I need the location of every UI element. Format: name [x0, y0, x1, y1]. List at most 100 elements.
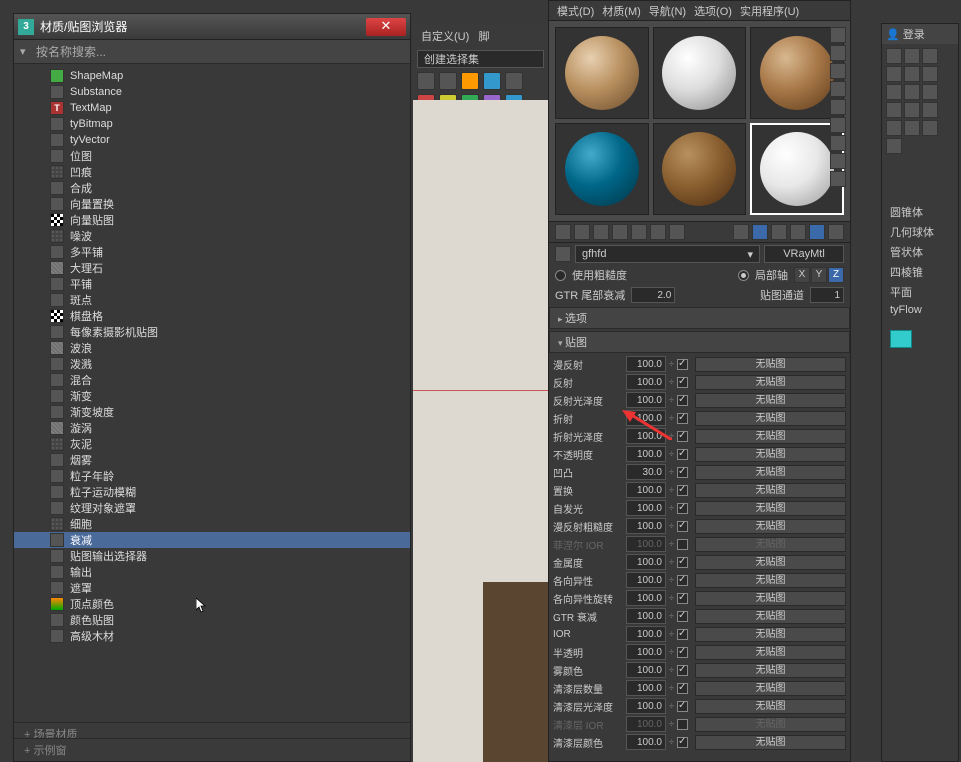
map-item[interactable]: 灰泥: [14, 436, 410, 452]
map-item[interactable]: 衰减: [14, 532, 410, 548]
spinner-arrows-icon[interactable]: ÷: [669, 485, 674, 495]
sample-slot[interactable]: [653, 123, 747, 215]
map-item[interactable]: 顶点颜色: [14, 596, 410, 612]
menu-item[interactable]: 材质(M): [600, 3, 643, 18]
spinner-arrows-icon[interactable]: ÷: [669, 719, 674, 729]
tab-icon[interactable]: [904, 102, 920, 118]
tab-icon[interactable]: [886, 120, 902, 136]
map-item[interactable]: 泼溅: [14, 356, 410, 372]
map-amount-spinner[interactable]: 100.0: [626, 392, 666, 408]
toolbar-icon[interactable]: [439, 72, 457, 90]
xyz-toggle[interactable]: XYZ: [794, 267, 844, 283]
map-item[interactable]: 细胞: [14, 516, 410, 532]
map-item[interactable]: 渐变: [14, 388, 410, 404]
map-item[interactable]: 凹痕: [14, 164, 410, 180]
spinner-arrows-icon[interactable]: ÷: [669, 503, 674, 513]
map-amount-spinner[interactable]: 100.0: [626, 626, 666, 642]
map-item[interactable]: 位图: [14, 148, 410, 164]
footer-sample-window[interactable]: + 示例窗: [14, 738, 410, 761]
map-slot-button[interactable]: 无贴图: [695, 411, 846, 426]
map-enable-checkbox[interactable]: [677, 539, 688, 550]
map-slot-button[interactable]: 无贴图: [695, 447, 846, 462]
expand-icon[interactable]: ▾: [20, 45, 32, 58]
spinner-arrows-icon[interactable]: ÷: [669, 611, 674, 621]
side-icon[interactable]: [830, 81, 846, 97]
map-amount-spinner[interactable]: 100.0: [626, 446, 666, 462]
menu-item[interactable]: 导航(N): [647, 3, 688, 18]
map-slot-button[interactable]: 无贴图: [695, 465, 846, 480]
spinner-arrows-icon[interactable]: ÷: [669, 431, 674, 441]
map-item[interactable]: 颜色贴图: [14, 612, 410, 628]
map-enable-checkbox[interactable]: [677, 593, 688, 604]
map-amount-spinner[interactable]: 100.0: [626, 482, 666, 498]
toolbar-icon[interactable]: [417, 72, 435, 90]
map-item[interactable]: 漩涡: [14, 420, 410, 436]
map-item[interactable]: 输出: [14, 564, 410, 580]
map-item[interactable]: ShapeMap: [14, 68, 410, 84]
map-item[interactable]: 棋盘格: [14, 308, 410, 324]
spinner-arrows-icon[interactable]: ÷: [669, 359, 674, 369]
map-slot-button[interactable]: 无贴图: [695, 555, 846, 570]
map-item[interactable]: tyVector: [14, 132, 410, 148]
map-slot-button[interactable]: 无贴图: [695, 591, 846, 606]
maps-rollout[interactable]: 贴图: [549, 331, 850, 353]
map-enable-checkbox[interactable]: [677, 377, 688, 388]
map-amount-spinner[interactable]: 100.0: [626, 410, 666, 426]
gtr-spinner[interactable]: 2.0: [631, 287, 675, 303]
primitive-button[interactable]: 管状体: [886, 242, 954, 262]
map-item[interactable]: 斑点: [14, 292, 410, 308]
map-slot-button[interactable]: 无贴图: [695, 519, 846, 534]
map-item[interactable]: 向量置换: [14, 196, 410, 212]
map-slot-button[interactable]: 无贴图: [695, 735, 846, 750]
map-enable-checkbox[interactable]: [677, 647, 688, 658]
options-rollout[interactable]: 选项: [549, 307, 850, 329]
map-item[interactable]: 粒子运动模糊: [14, 484, 410, 500]
tab-icon[interactable]: [922, 84, 938, 100]
cloud-icon[interactable]: [505, 72, 523, 90]
side-icon[interactable]: [830, 171, 846, 187]
map-enable-checkbox[interactable]: [677, 629, 688, 640]
map-item[interactable]: 向量贴图: [14, 212, 410, 228]
tab-icon[interactable]: [922, 66, 938, 82]
map-enable-checkbox[interactable]: [677, 575, 688, 586]
side-icon[interactable]: [830, 153, 846, 169]
map-enable-checkbox[interactable]: [677, 701, 688, 712]
toolbar-icon[interactable]: [752, 224, 768, 240]
map-enable-checkbox[interactable]: [677, 683, 688, 694]
map-enable-checkbox[interactable]: [677, 737, 688, 748]
map-slot-button[interactable]: 无贴图: [695, 573, 846, 588]
teapot-icon[interactable]: [483, 72, 501, 90]
spinner-arrows-icon[interactable]: ÷: [669, 395, 674, 405]
tab-icon[interactable]: [922, 120, 938, 136]
toolbar-icon[interactable]: [828, 224, 844, 240]
side-icon[interactable]: [830, 63, 846, 79]
map-item[interactable]: tyBitmap: [14, 116, 410, 132]
side-icon[interactable]: [830, 27, 846, 43]
close-button[interactable]: ✕: [366, 18, 406, 36]
primitive-button[interactable]: 平面: [886, 282, 954, 302]
spinner-arrows-icon[interactable]: ÷: [669, 377, 674, 387]
map-amount-spinner[interactable]: 100.0: [626, 608, 666, 624]
map-item[interactable]: 混合: [14, 372, 410, 388]
viewport[interactable]: [413, 100, 548, 762]
map-item[interactable]: 波浪: [14, 340, 410, 356]
map-item[interactable]: 大理石: [14, 260, 410, 276]
tab-icon[interactable]: [886, 138, 902, 154]
spinner-arrows-icon[interactable]: ÷: [669, 521, 674, 531]
spinner-arrows-icon[interactable]: ÷: [669, 593, 674, 603]
map-slot-button[interactable]: 无贴图: [695, 429, 846, 444]
spinner-arrows-icon[interactable]: ÷: [669, 701, 674, 711]
primitive-button[interactable]: 四棱锥: [886, 262, 954, 282]
map-enable-checkbox[interactable]: [677, 611, 688, 622]
material-type-button[interactable]: VRayMtl: [764, 245, 844, 263]
map-item[interactable]: 贴图输出选择器: [14, 548, 410, 564]
map-amount-spinner[interactable]: 100.0: [626, 644, 666, 660]
tab-icon[interactable]: [904, 120, 920, 136]
toolbar-icon[interactable]: [809, 224, 825, 240]
toolbar-icon[interactable]: [612, 224, 628, 240]
map-slot-button[interactable]: 无贴图: [695, 357, 846, 372]
spinner-arrows-icon[interactable]: ÷: [669, 557, 674, 567]
menu-item[interactable]: 实用程序(U): [738, 3, 801, 18]
save-icon[interactable]: [733, 224, 749, 240]
tab-icon[interactable]: [922, 48, 938, 64]
